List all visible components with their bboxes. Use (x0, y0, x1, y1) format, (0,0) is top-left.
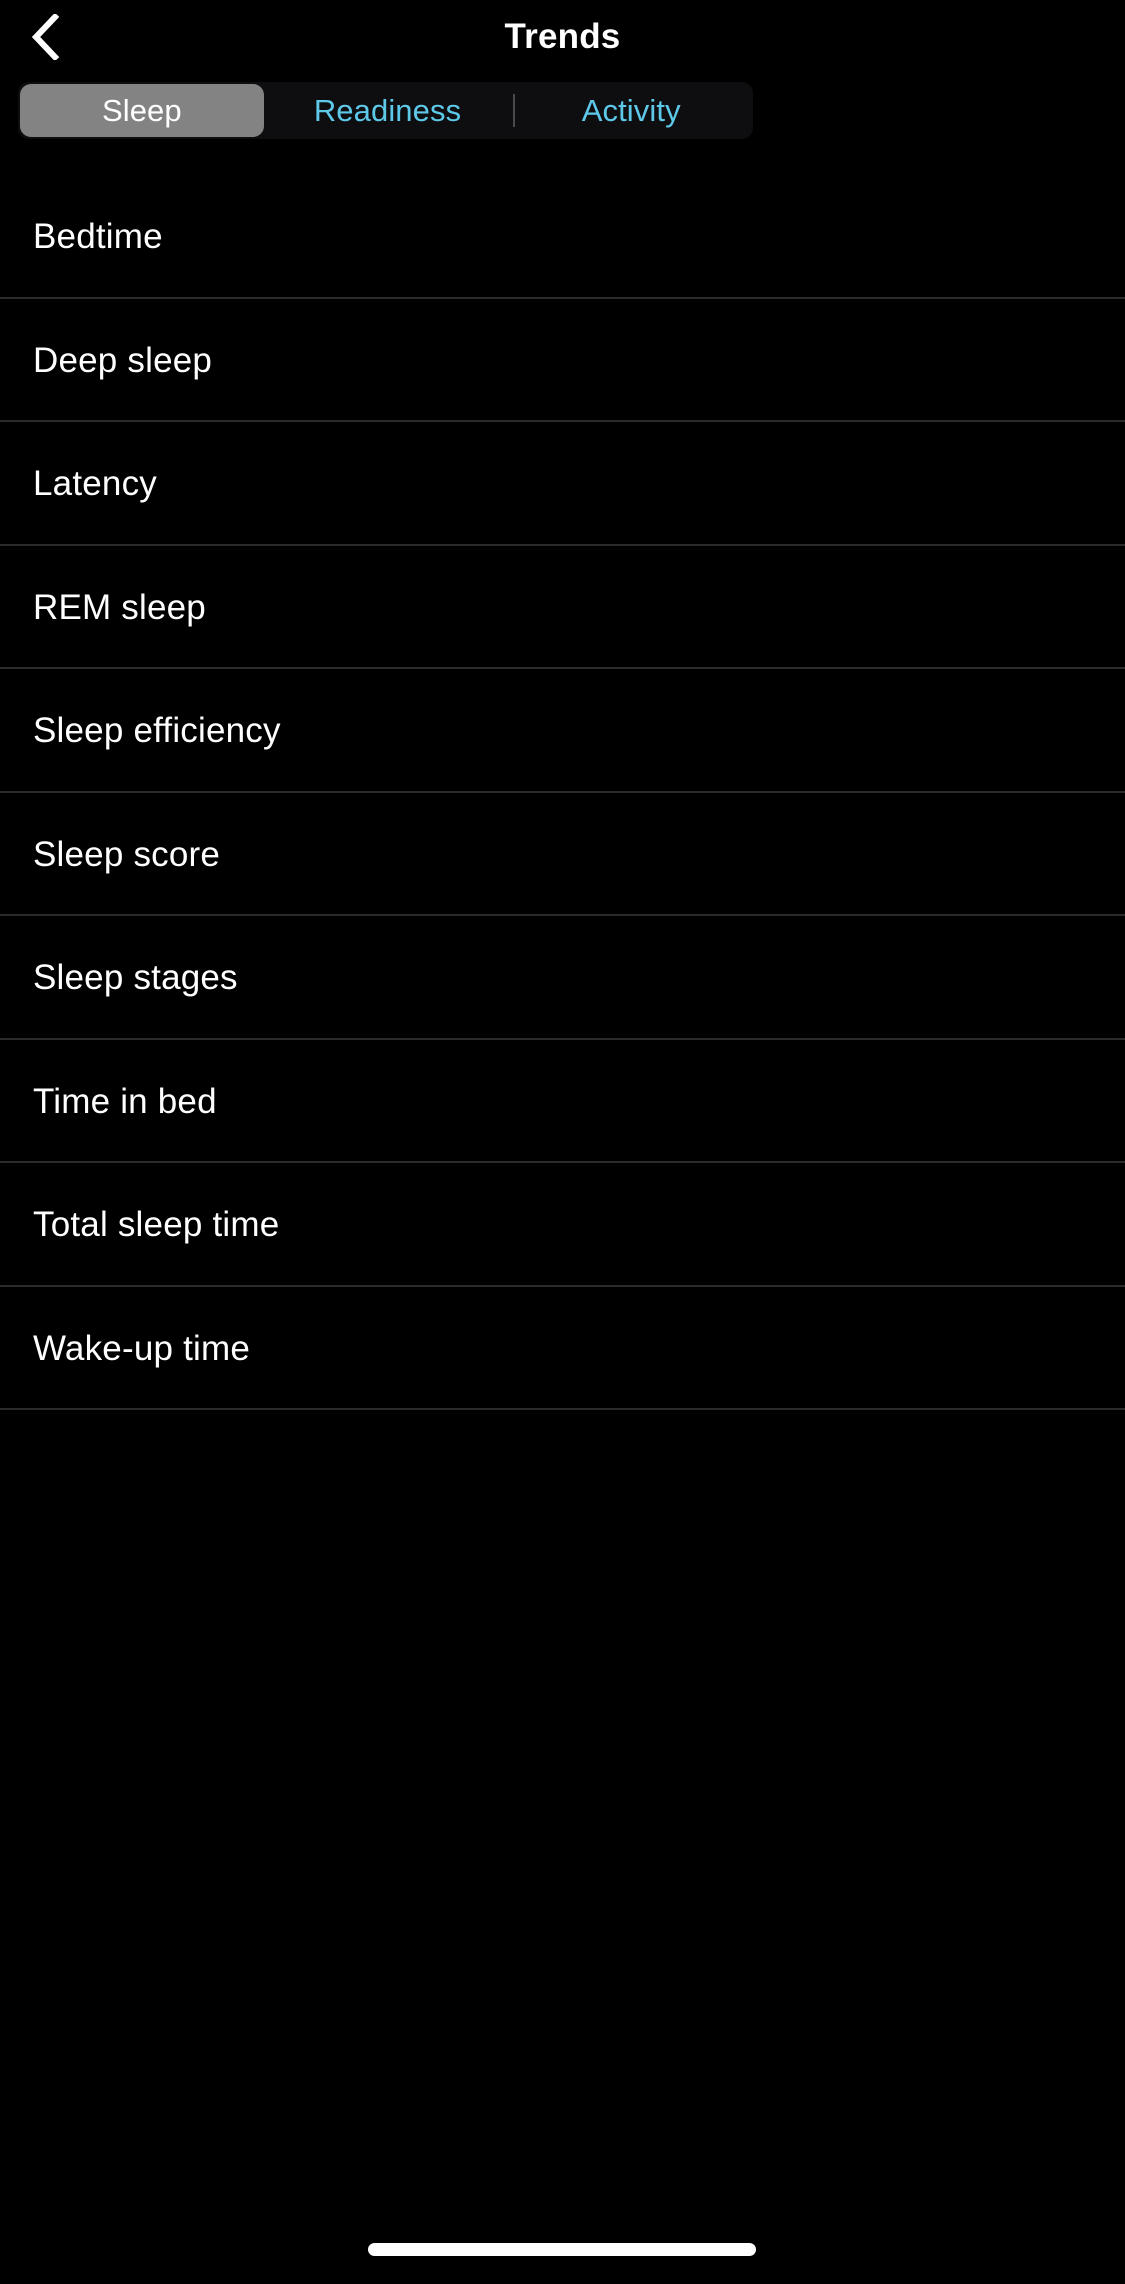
list-item[interactable]: Sleep stages (0, 916, 1125, 1040)
list-item-label: Latency (33, 464, 157, 504)
tab-sleep[interactable]: Sleep (20, 84, 264, 137)
list-item-label: Sleep efficiency (33, 711, 281, 751)
list-item-label: Time in bed (33, 1081, 217, 1121)
list-item[interactable]: REM sleep (0, 545, 1125, 669)
tab-activity[interactable]: Activity (509, 82, 753, 139)
list-item[interactable]: Total sleep time (0, 1163, 1125, 1287)
header-bar: Trends (0, 0, 1125, 82)
tab-readiness[interactable]: Readiness (266, 82, 510, 139)
chevron-left-icon (31, 14, 60, 60)
trends-category-tabs: Sleep Readiness Activity (18, 82, 753, 139)
tab-readiness-label: Readiness (313, 92, 462, 128)
list-item-label: Bedtime (33, 217, 163, 257)
list-item[interactable]: Sleep efficiency (0, 669, 1125, 793)
list-item[interactable]: Latency (0, 422, 1125, 546)
home-indicator[interactable] (368, 2243, 756, 2256)
back-button[interactable] (8, 0, 82, 74)
list-item[interactable]: Deep sleep (0, 298, 1125, 422)
list-item-label: Sleep stages (33, 958, 238, 998)
tab-divider (513, 94, 515, 127)
app-screen: Trends Sleep Readiness Activity Bedtime … (0, 0, 1125, 2284)
list-item-label: Sleep score (33, 834, 221, 874)
list-item-label: Total sleep time (33, 1205, 280, 1245)
tab-sleep-label: Sleep (101, 92, 182, 128)
page-title: Trends (504, 17, 621, 56)
tab-activity-label: Activity (581, 92, 681, 128)
trend-metric-list: Bedtime Deep sleep Latency REM sleep Sle… (0, 175, 1125, 1410)
list-item-label: REM sleep (33, 587, 206, 627)
list-item-label: Wake-up time (33, 1328, 250, 1368)
list-item[interactable]: Time in bed (0, 1039, 1125, 1163)
list-item[interactable]: Bedtime (0, 175, 1125, 299)
list-item-label: Deep sleep (33, 340, 213, 380)
list-item[interactable]: Sleep score (0, 792, 1125, 916)
list-item[interactable]: Wake-up time (0, 1286, 1125, 1410)
